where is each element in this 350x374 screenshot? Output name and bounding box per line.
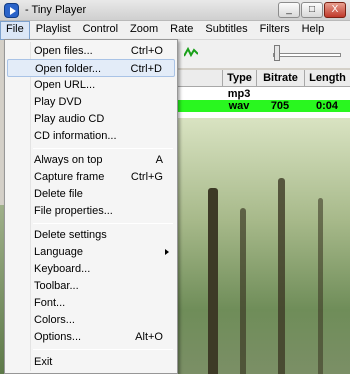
menu-item-play-audio-cd[interactable]: Play audio CD [7,110,175,128]
row-type: mp3 [227,88,251,100]
menu-item-cd-information[interactable]: CD information... [7,127,175,145]
column-type[interactable]: Type [222,70,256,87]
menu-item-label: Always on top [34,154,103,166]
volume-slider-thumb[interactable] [274,45,280,61]
tree-trunk [278,178,285,374]
menu-item-label: Keyboard... [34,263,91,275]
menu-item-label: Open files... [34,45,93,57]
close-button[interactable]: X [324,2,346,18]
menu-item-shortcut: Ctrl+G [130,171,163,183]
volume-slider[interactable] [273,53,341,57]
menu-item-open-url[interactable]: Open URL... [7,76,175,94]
menu-item-shortcut: Ctrl+O [130,45,163,57]
menu-item-delete-file[interactable]: Delete file [7,185,175,203]
visualization-icon[interactable] [183,46,199,60]
menu-item-label: Open folder... [35,63,102,75]
menu-item-options[interactable]: Options... Alt+O [7,328,175,346]
menu-bar: File Playlist Control Zoom Rate Subtitle… [0,21,350,40]
menu-item-label: Colors... [34,314,75,326]
menu-control[interactable]: Control [77,21,124,40]
menu-zoom[interactable]: Zoom [124,21,164,40]
file-menu: Open files... Ctrl+O Open folder... Ctrl… [4,39,178,374]
menu-item-font[interactable]: Font... [7,294,175,312]
menu-item-colors[interactable]: Colors... [7,311,175,329]
menu-item-delete-settings[interactable]: Delete settings [7,226,175,244]
menu-item-label: File properties... [34,205,113,217]
row-bitrate: 705 [270,100,290,112]
menu-item-toolbar[interactable]: Toolbar... [7,277,175,295]
menu-filters[interactable]: Filters [254,21,296,40]
menu-item-label: CD information... [34,130,117,142]
menu-item-label: Options... [34,331,82,343]
menu-item-label: Delete file [34,188,83,200]
menu-item-open-files[interactable]: Open files... Ctrl+O [7,42,175,60]
menu-item-label: Font... [34,297,66,309]
menu-item-shortcut: Alt+O [135,331,163,343]
menu-help[interactable]: Help [296,21,331,40]
menu-item-shortcut: A [155,154,163,166]
playlist-row-selected[interactable]: wav 705 0:04 [178,100,350,112]
row-length: 0:04 [315,100,339,112]
menu-item-label: Play DVD [34,96,82,108]
menu-separator [33,148,173,149]
playlist-header: Type Bitrate Length [178,70,350,87]
submenu-arrow-icon [165,249,169,255]
menu-separator [33,223,173,224]
minimize-button[interactable]: _ [278,2,300,18]
menu-item-label: Toolbar... [34,280,79,292]
app-icon[interactable] [4,3,19,18]
menu-item-keyboard[interactable]: Keyboard... [7,260,175,278]
tree-trunk [208,188,218,374]
video-area[interactable] [178,118,350,374]
menu-item-label: Exit [34,356,53,368]
menu-item-capture-frame[interactable]: Capture frame Ctrl+G [7,168,175,186]
menu-item-always-on-top[interactable]: Always on top A [7,151,175,169]
menu-item-exit[interactable]: Exit [7,353,175,371]
menu-item-language[interactable]: Language [7,243,175,261]
column-bitrate[interactable]: Bitrate [256,70,304,87]
row-type: wav [228,100,250,112]
menu-rate[interactable]: Rate [164,21,199,40]
toolbar [178,40,350,68]
menu-item-label: Open URL... [34,79,96,91]
title-bar: - Tiny Player _ □ X [0,0,350,21]
column-length[interactable]: Length [304,70,350,87]
menu-subtitles[interactable]: Subtitles [199,21,253,40]
window-controls: _ □ X [277,2,346,18]
window-title: - Tiny Player [25,4,87,16]
menu-playlist[interactable]: Playlist [30,21,77,40]
menu-item-label: Play audio CD [34,113,105,125]
menu-item-file-properties[interactable]: File properties... [7,202,175,220]
menu-separator [33,349,173,350]
playlist-row[interactable]: mp3 [178,88,350,100]
menu-item-shortcut: Ctrl+D [130,63,162,75]
menu-item-open-folder[interactable]: Open folder... Ctrl+D [7,59,175,77]
tree-trunk [240,208,246,374]
tree-trunk [318,198,323,374]
menu-item-label: Language [34,246,83,258]
menu-item-label: Delete settings [34,229,107,241]
menu-item-label: Capture frame [34,171,105,183]
menu-item-play-dvd[interactable]: Play DVD [7,93,175,111]
menu-file[interactable]: File [0,21,30,40]
maximize-button[interactable]: □ [301,2,323,18]
